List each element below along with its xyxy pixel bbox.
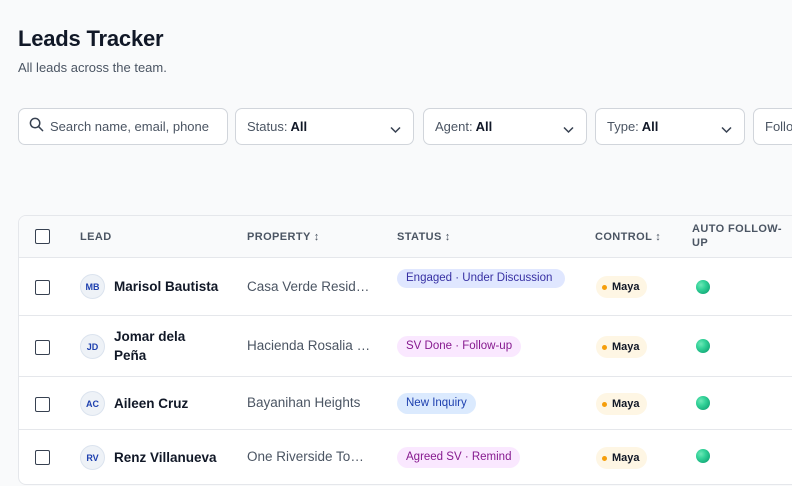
control-dot [602,455,607,461]
property-name: One Riverside Tower [247,449,372,464]
control-agent: Maya [612,281,640,293]
row-checkbox[interactable] [35,450,50,465]
avatar: JD [80,334,105,359]
control-agent: Maya [612,398,640,410]
chevron-down-icon [563,122,574,137]
lead-name[interactable]: Renz Villanueva [114,448,224,467]
header-control[interactable]: Control ↕ [595,230,661,244]
auto-followup-indicator[interactable] [696,396,710,410]
row-checkbox[interactable] [35,280,50,295]
select-all-checkbox[interactable] [35,229,50,244]
status-badge: SV Done · Follow-up [397,336,522,357]
header-status[interactable]: Status ↕ [397,230,451,244]
row-checkbox[interactable] [35,340,50,355]
search-input[interactable] [50,119,220,134]
search-icon [29,117,44,137]
sort-icon: ↕ [313,231,320,243]
page-title: Leads Tracker [18,26,164,51]
control-dot [602,344,607,350]
agent-filter-label: Agent: [435,119,473,134]
search-box[interactable] [18,108,228,145]
property-name: Bayanihan Heights [247,395,361,410]
followup-filter-label: Follo [765,119,792,134]
agent-filter[interactable]: Agent: All [423,108,587,145]
type-filter-value: All [641,119,659,134]
page-subtitle: All leads across the team. [18,60,167,75]
status-badge: Engaged · Under Discussion [397,269,565,288]
agent-filter-value: All [475,119,493,134]
lead-name[interactable]: Jomar dela Peña [114,327,204,365]
status-filter-value: All [290,119,308,134]
table-row[interactable]: JD Jomar dela Peña Hacienda Rosalia Esta… [19,316,792,377]
table-row[interactable]: RV Renz Villanueva One Riverside Tower A… [19,430,792,484]
status-badge: Agreed SV · Remind [397,447,521,468]
property-name: Casa Verde Residences [247,279,372,294]
control-badge: Maya [596,276,647,298]
header-property[interactable]: Property ↕ [247,230,320,244]
auto-followup-indicator[interactable] [696,280,710,294]
table-header: Lead Property ↕ Status ↕ Control ↕ Auto Fol… [19,216,792,258]
leads-table: Lead Property ↕ Status ↕ Control ↕ Auto Fol… [18,215,792,485]
control-badge: Maya [596,336,647,358]
sort-icon: ↕ [655,231,662,243]
header-property-label: Property [247,231,311,243]
control-badge: Maya [596,393,647,415]
chevron-down-icon [390,122,401,137]
header-lead: Lead [80,231,112,243]
type-filter-label: Type: [607,119,639,134]
table-row[interactable]: MB Marisol Bautista Casa Verde Residence… [19,258,792,316]
header-auto-followup: Auto Follow-up [692,223,782,249]
lead-name[interactable]: Marisol Bautista [114,277,224,296]
header-status-label: Status [397,231,442,243]
control-dot [602,284,607,290]
avatar: AC [80,391,105,416]
lead-name[interactable]: Aileen Cruz [114,394,224,413]
auto-followup-indicator[interactable] [696,449,710,463]
property-name: Hacienda Rosalia Estates [247,338,372,353]
sort-icon: ↕ [444,231,451,243]
status-badge: New Inquiry [397,393,476,414]
status-filter-label: Status: [247,119,288,134]
avatar: RV [80,445,105,470]
auto-followup-indicator[interactable] [696,339,710,353]
control-agent: Maya [612,452,640,464]
type-filter[interactable]: Type: All [595,108,745,145]
header-control-label: Control [595,231,653,243]
followup-filter[interactable]: Follo [753,108,792,145]
control-badge: Maya [596,447,647,469]
row-checkbox[interactable] [35,397,50,412]
avatar: MB [80,274,105,299]
chevron-down-icon [721,122,732,137]
status-filter[interactable]: Status: All [235,108,414,145]
table-row[interactable]: AC Aileen Cruz Bayanihan Heights New Inq… [19,377,792,430]
control-agent: Maya [612,341,640,353]
control-dot [602,401,607,407]
